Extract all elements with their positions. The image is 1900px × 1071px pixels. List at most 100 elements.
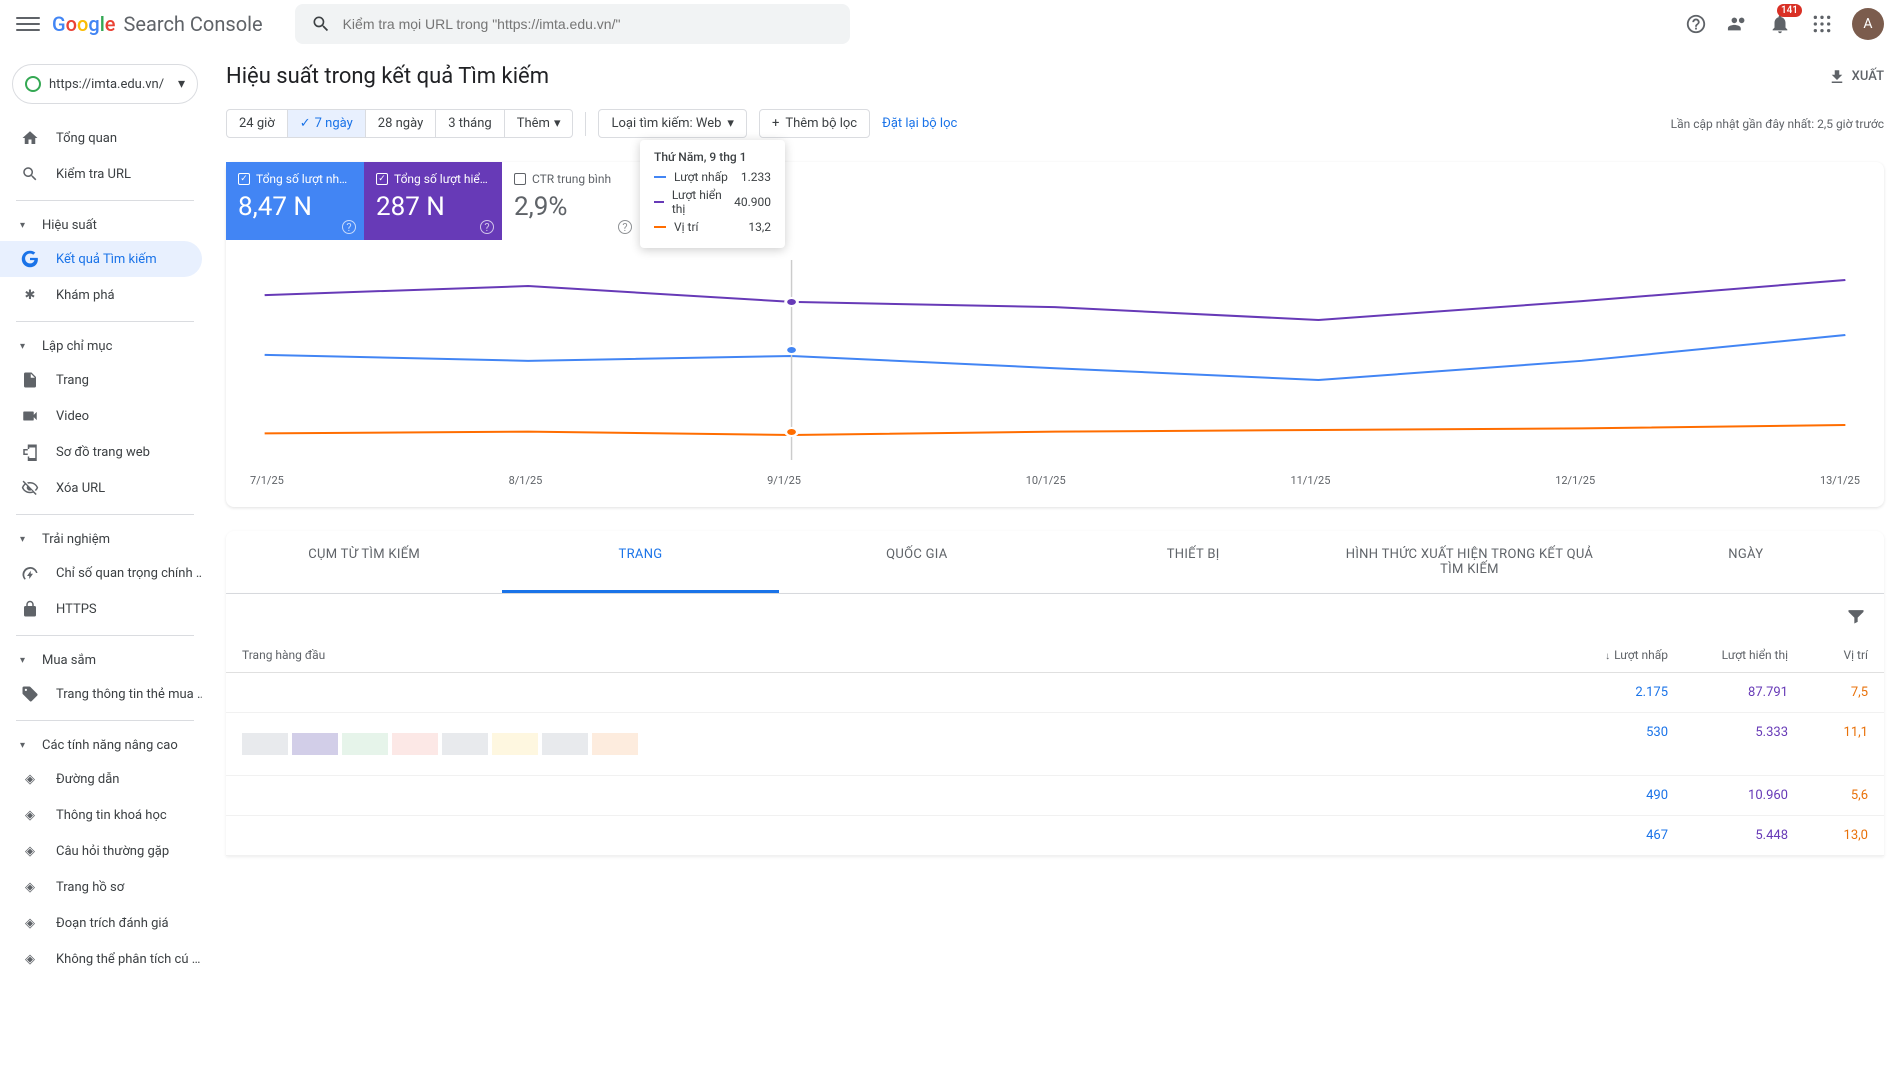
nav-courses[interactable]: ◈Thông tin khoá học bbox=[0, 797, 202, 833]
diamond-icon: ◈ bbox=[20, 769, 40, 789]
users-icon[interactable] bbox=[1726, 12, 1750, 36]
add-filter-button[interactable]: +Thêm bộ lọc bbox=[759, 109, 870, 138]
nav-pages[interactable]: Trang bbox=[0, 362, 202, 398]
cell-pos: 5,6 bbox=[1788, 788, 1868, 803]
tab-5[interactable]: NGÀY bbox=[1608, 531, 1884, 593]
property-selector[interactable]: https://imta.edu.vn/ ▾ bbox=[12, 64, 198, 104]
filter-icon[interactable] bbox=[1844, 604, 1868, 628]
checkbox-icon bbox=[514, 173, 526, 185]
nav-sitemaps[interactable]: Sơ đồ trang web bbox=[0, 434, 202, 470]
nav-removals[interactable]: Xóa URL bbox=[0, 470, 202, 506]
tab-2[interactable]: QUỐC GIA bbox=[779, 531, 1055, 593]
metric-clicks-value: 8,47 N bbox=[238, 192, 352, 222]
account-avatar[interactable]: A bbox=[1852, 8, 1884, 40]
nav-breadcrumbs[interactable]: ◈Đường dẫn bbox=[0, 761, 202, 797]
nav-search-results[interactable]: Kết quả Tìm kiếm bbox=[0, 241, 202, 277]
col-clicks[interactable]: ↓Lượt nhấp bbox=[1548, 648, 1668, 662]
tag-icon bbox=[20, 684, 40, 704]
metric-impressions[interactable]: Tổng số lượt hiể… 287 N ? bbox=[364, 162, 502, 240]
checkbox-icon bbox=[376, 173, 388, 185]
google-g-icon bbox=[20, 249, 40, 269]
help-icon[interactable]: ? bbox=[618, 220, 632, 234]
table-header: Trang hàng đầu ↓Lượt nhấp Lượt hiển thị … bbox=[226, 638, 1884, 673]
logo: Google Search Console bbox=[52, 12, 263, 36]
tab-0[interactable]: CỤM TỪ TÌM KIẾM bbox=[226, 531, 502, 593]
date-segment-0[interactable]: 24 giờ bbox=[227, 110, 287, 137]
reset-filters-link[interactable]: Đặt lại bộ lọc bbox=[882, 116, 957, 131]
chevron-down-icon: ▾ bbox=[727, 116, 734, 131]
page-title: Hiệu suất trong kết quả Tìm kiếm bbox=[226, 64, 549, 89]
cell-clicks: 490 bbox=[1548, 788, 1668, 803]
date-segment-2[interactable]: 28 ngày bbox=[365, 110, 435, 137]
col-impressions[interactable]: Lượt hiển thị bbox=[1668, 648, 1788, 662]
table-row[interactable]: 49010.9605,6 bbox=[226, 776, 1884, 816]
cell-pos: 13,0 bbox=[1788, 828, 1868, 843]
chevron-down-icon: ▾ bbox=[178, 76, 185, 92]
nav-review[interactable]: ◈Đoạn trích đánh giá bbox=[0, 905, 202, 941]
nav-overview[interactable]: Tổng quan bbox=[0, 120, 202, 156]
help-icon[interactable] bbox=[1684, 12, 1708, 36]
cell-impr: 87.791 bbox=[1668, 685, 1788, 700]
asterisk-icon: ✱ bbox=[20, 285, 40, 305]
nav-video[interactable]: Video bbox=[0, 398, 202, 434]
date-segment-4[interactable]: Thêm ▾ bbox=[504, 110, 573, 137]
property-url: https://imta.edu.vn/ bbox=[49, 77, 170, 92]
cell-clicks: 467 bbox=[1548, 828, 1668, 843]
google-wordmark: Google bbox=[52, 12, 116, 36]
help-icon[interactable]: ? bbox=[480, 220, 494, 234]
col-position[interactable]: Vị trí bbox=[1788, 648, 1868, 662]
nav-section-enhance[interactable]: ▾Các tính năng nâng cao bbox=[0, 729, 210, 761]
help-icon[interactable]: ? bbox=[342, 220, 356, 234]
notifications-icon[interactable]: 141 bbox=[1768, 12, 1792, 36]
search-icon bbox=[20, 164, 40, 184]
nav-section-shopping[interactable]: ▾Mua sắm bbox=[0, 644, 210, 676]
export-button[interactable]: XUẤT bbox=[1828, 68, 1884, 86]
nav-shopping-page[interactable]: Trang thông tin thẻ mua … bbox=[0, 676, 202, 712]
sitemap-icon bbox=[20, 442, 40, 462]
nav-discover[interactable]: ✱Khám phá bbox=[0, 277, 202, 313]
nav-url-inspect[interactable]: Kiểm tra URL bbox=[0, 156, 202, 192]
nav-unparsable[interactable]: ◈Không thể phân tích cú … bbox=[0, 941, 202, 977]
search-input[interactable] bbox=[343, 16, 834, 32]
tab-1[interactable]: TRANG bbox=[502, 531, 778, 593]
filter-search-type[interactable]: Loại tìm kiếm: Web▾ bbox=[598, 109, 746, 138]
search-icon bbox=[311, 14, 331, 34]
product-name: Search Console bbox=[124, 12, 263, 36]
table-row[interactable]: 2.17587.7917,5 bbox=[226, 673, 1884, 713]
nav-section-performance[interactable]: ▾Hiệu suất bbox=[0, 209, 210, 241]
cell-clicks: 2.175 bbox=[1548, 685, 1668, 700]
date-segment-1[interactable]: ✓ 7 ngày bbox=[287, 110, 365, 137]
visibility-off-icon bbox=[20, 478, 40, 498]
sort-desc-icon: ↓ bbox=[1605, 651, 1610, 662]
table-row[interactable]: 5305.33311,1 bbox=[226, 713, 1884, 776]
plus-icon: + bbox=[772, 116, 779, 131]
cell-impr: 10.960 bbox=[1668, 788, 1788, 803]
apps-icon[interactable] bbox=[1810, 12, 1834, 36]
metric-clicks[interactable]: Tổng số lượt nh… 8,47 N ? bbox=[226, 162, 364, 240]
notification-badge: 141 bbox=[1777, 4, 1802, 17]
nav-section-indexing[interactable]: ▾Lập chỉ mục bbox=[0, 330, 210, 362]
checkbox-icon bbox=[238, 173, 250, 185]
diamond-icon: ◈ bbox=[20, 949, 40, 969]
metric-ctr-value: 2,9% bbox=[514, 192, 628, 222]
nav-faq[interactable]: ◈Câu hỏi thường gặp bbox=[0, 833, 202, 869]
metric-position[interactable]: Số vị trí trung bình 13 Thứ Năm, 9 thg 1… bbox=[640, 162, 779, 240]
nav-cwv[interactable]: Chỉ số quan trọng chính … bbox=[0, 555, 202, 591]
url-inspect-search[interactable] bbox=[295, 4, 850, 44]
lock-icon bbox=[20, 599, 40, 619]
cell-impr: 5.448 bbox=[1668, 828, 1788, 843]
nav-section-experience[interactable]: ▾Trải nghiệm bbox=[0, 523, 210, 555]
last-updated-text: Lần cập nhật gần đây nhất: 2,5 giờ trước bbox=[1671, 117, 1884, 131]
date-segment-3[interactable]: 3 tháng bbox=[435, 110, 504, 137]
col-page[interactable]: Trang hàng đầu bbox=[242, 648, 1548, 662]
tab-4[interactable]: HÌNH THỨC XUẤT HIỆN TRONG KẾT QUẢ TÌM KI… bbox=[1331, 531, 1607, 593]
metric-ctr[interactable]: CTR trung bình 2,9% ? bbox=[502, 162, 640, 240]
x-tick: 11/1/25 bbox=[1290, 474, 1330, 487]
hamburger-menu[interactable] bbox=[16, 12, 40, 36]
nav-profile[interactable]: ◈Trang hồ sơ bbox=[0, 869, 202, 905]
page-icon bbox=[20, 370, 40, 390]
dimension-tabs: CỤM TỪ TÌM KIẾMTRANGQUỐC GIATHIẾT BỊHÌNH… bbox=[226, 531, 1884, 594]
tab-3[interactable]: THIẾT BỊ bbox=[1055, 531, 1331, 593]
table-row[interactable]: 4675.44813,0 bbox=[226, 816, 1884, 856]
nav-https[interactable]: HTTPS bbox=[0, 591, 202, 627]
